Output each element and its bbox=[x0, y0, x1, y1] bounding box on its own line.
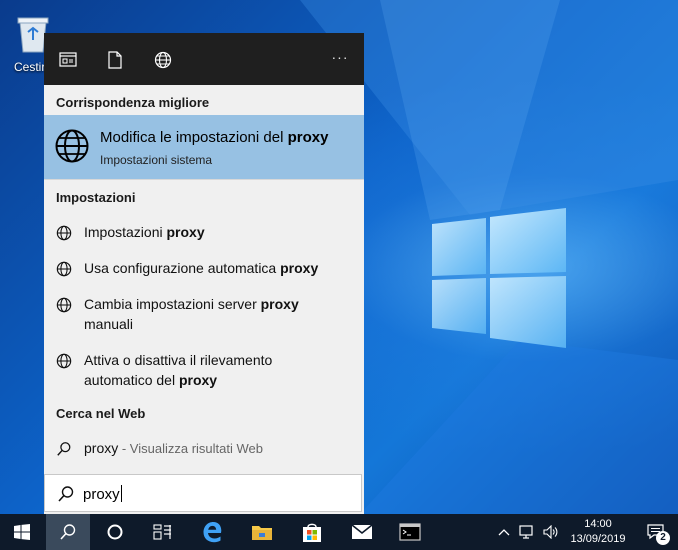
settings-result-proxy[interactable]: Impostazioni proxy bbox=[44, 222, 364, 246]
search-icon bbox=[58, 486, 74, 502]
task-view-button[interactable] bbox=[141, 514, 185, 550]
apps-icon bbox=[59, 52, 77, 67]
best-match-result[interactable]: Modifica le impostazioni del proxy Impos… bbox=[44, 115, 364, 179]
best-match-title: Modifica le impostazioni del proxy bbox=[100, 129, 329, 146]
edge-button[interactable] bbox=[190, 514, 234, 550]
settings-result-label: Cambia impostazioni server proxy manuali bbox=[84, 296, 299, 332]
store-bag-icon bbox=[303, 523, 321, 542]
task-view-icon bbox=[153, 524, 171, 540]
web-result-label: proxy - Visualizza risultati Web bbox=[84, 440, 263, 456]
search-panel-header: ··· bbox=[44, 33, 364, 85]
globe-icon bbox=[55, 129, 89, 163]
settings-result-label: Impostazioni proxy bbox=[84, 224, 205, 240]
chevron-up-icon bbox=[498, 529, 510, 536]
search-input[interactable]: proxy bbox=[44, 474, 362, 512]
search-results-panel: ··· Corrispondenza migliore Modifica le … bbox=[44, 33, 364, 514]
settings-result-label: Attiva o disattiva il rilevamento automat… bbox=[84, 352, 273, 388]
best-match-heading: Corrispondenza migliore bbox=[56, 95, 210, 110]
globe-icon bbox=[56, 353, 72, 369]
cortana-icon bbox=[107, 524, 123, 540]
clock-date: 13/09/2019 bbox=[570, 533, 626, 545]
settings-result-auto-config[interactable]: Usa configurazione automatica proxy bbox=[44, 258, 364, 282]
taskbar-search-button[interactable] bbox=[46, 514, 90, 550]
globe-icon bbox=[56, 297, 72, 313]
command-prompt-button[interactable] bbox=[388, 514, 432, 550]
action-center-button[interactable]: 2 bbox=[640, 514, 672, 550]
taskbar-clock[interactable]: 14:00 13/09/2019 bbox=[566, 517, 630, 547]
cortana-button[interactable] bbox=[93, 514, 137, 550]
show-hidden-icons-button[interactable] bbox=[494, 514, 514, 550]
recycle-bin-label: Cestir bbox=[14, 60, 46, 74]
settings-result-auto-detect[interactable]: Attiva o disattiva il rilevamento automat… bbox=[44, 350, 364, 394]
documents-filter-button[interactable] bbox=[103, 49, 127, 71]
search-input-value: proxy bbox=[83, 485, 122, 503]
globe-icon bbox=[154, 51, 172, 69]
network-icon bbox=[519, 525, 533, 539]
edge-browser-icon bbox=[203, 522, 222, 543]
notification-count-badge: 2 bbox=[656, 531, 670, 545]
document-icon bbox=[108, 51, 122, 69]
web-filter-button[interactable] bbox=[151, 49, 175, 71]
start-button[interactable] bbox=[0, 514, 44, 550]
network-button[interactable] bbox=[516, 514, 538, 550]
volume-button[interactable] bbox=[540, 514, 562, 550]
globe-icon bbox=[56, 225, 72, 241]
file-explorer-button[interactable] bbox=[240, 514, 284, 550]
web-search-result[interactable]: proxy - Visualizza risultati Web bbox=[44, 438, 364, 462]
recycle-bin-shortcut[interactable]: Cestir bbox=[8, 6, 49, 78]
wallpaper-windows-logo bbox=[432, 208, 566, 348]
divider bbox=[44, 179, 364, 180]
store-button[interactable] bbox=[290, 514, 334, 550]
folder-icon bbox=[252, 526, 272, 540]
mail-button[interactable] bbox=[340, 514, 384, 550]
search-icon bbox=[57, 442, 71, 456]
clock-time: 14:00 bbox=[584, 518, 612, 530]
settings-result-label: Usa configurazione automatica proxy bbox=[84, 260, 319, 276]
mail-icon bbox=[351, 524, 373, 539]
search-icon bbox=[60, 524, 76, 540]
more-options-button[interactable]: ··· bbox=[328, 49, 352, 69]
apps-filter-button[interactable] bbox=[56, 49, 80, 71]
terminal-icon bbox=[399, 523, 421, 541]
best-match-subtitle: Impostazioni sistema bbox=[100, 153, 213, 167]
globe-icon bbox=[56, 261, 72, 277]
speaker-icon bbox=[543, 525, 558, 539]
settings-heading: Impostazioni bbox=[56, 190, 136, 205]
web-heading: Cerca nel Web bbox=[56, 406, 146, 421]
settings-result-manual-server[interactable]: Cambia impostazioni server proxy manuali bbox=[44, 294, 364, 338]
windows-icon bbox=[14, 524, 30, 540]
taskbar: 14:00 13/09/2019 2 bbox=[0, 514, 678, 550]
